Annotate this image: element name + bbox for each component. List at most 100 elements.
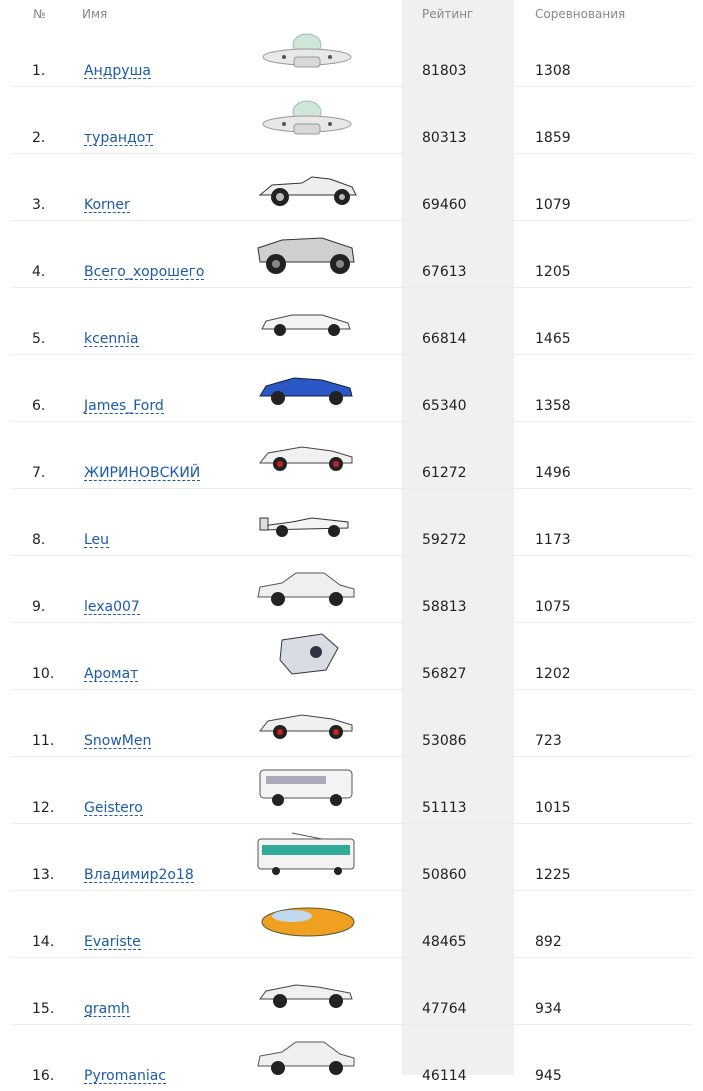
rating-value: 50860 <box>422 867 467 883</box>
row-number: 1. <box>32 63 46 79</box>
row-number: 16. <box>32 1068 55 1084</box>
player-name-link[interactable]: Андруша <box>84 64 151 79</box>
table-row: 14. Evariste 48465 892 <box>11 891 692 958</box>
formula-car-icon <box>252 496 362 544</box>
spaceship-icon <box>252 630 362 678</box>
row-number: 12. <box>32 800 55 816</box>
player-name-link[interactable]: Всего_хорошего <box>84 265 205 280</box>
table-row: 11. SnowMen 53086 723 <box>11 690 692 757</box>
ufo-icon <box>252 94 362 142</box>
player-name-link[interactable]: ЖИРИНОВСКИЙ <box>84 466 201 481</box>
table-row: 2. турандот 80313 1859 <box>11 87 692 154</box>
header-name: Имя <box>82 7 108 21</box>
player-name-link[interactable]: Владимир2o18 <box>84 868 194 883</box>
player-name-link[interactable]: Pyromaniac <box>84 1069 166 1084</box>
races-value: 1358 <box>535 398 571 414</box>
row-number: 8. <box>32 532 46 548</box>
minibus-icon <box>252 764 362 812</box>
races-value: 723 <box>535 733 562 749</box>
player-name-link[interactable]: lexa007 <box>84 600 140 615</box>
rating-value: 65340 <box>422 398 467 414</box>
sports-car-icon <box>252 295 362 343</box>
races-value: 1079 <box>535 197 571 213</box>
rating-value: 80313 <box>422 130 467 146</box>
row-number: 2. <box>32 130 46 146</box>
races-value: 934 <box>535 1001 562 1017</box>
rating-value: 69460 <box>422 197 467 213</box>
rating-value: 81803 <box>422 63 467 79</box>
player-name-link[interactable]: gramh <box>84 1002 130 1017</box>
table-row: 9. lexa007 58813 1075 <box>11 556 692 623</box>
buggy-car-icon <box>252 228 362 276</box>
player-name-link[interactable]: Leu <box>84 533 110 548</box>
races-value: 1496 <box>535 465 571 481</box>
races-value: 1173 <box>535 532 571 548</box>
row-number: 7. <box>32 465 46 481</box>
ufo-icon <box>252 27 362 75</box>
table-row: 12. Geistero 51113 1015 <box>11 757 692 824</box>
races-value: 1859 <box>535 130 571 146</box>
races-value: 1202 <box>535 666 571 682</box>
races-value: 1075 <box>535 599 571 615</box>
player-name-link[interactable]: турандот <box>84 131 154 146</box>
row-number: 6. <box>32 398 46 414</box>
table-row: 15. gramh 47764 934 <box>11 958 692 1025</box>
row-number: 15. <box>32 1001 55 1017</box>
races-value: 1015 <box>535 800 571 816</box>
rating-value: 56827 <box>422 666 467 682</box>
supercar-icon <box>252 697 362 745</box>
table-row: 1. Андруша 81803 1308 <box>11 20 692 87</box>
table-row: 8. Leu 59272 1173 <box>11 489 692 556</box>
sedan-car-icon <box>252 563 362 611</box>
rating-value: 53086 <box>422 733 467 749</box>
table-row: 16. Pyromaniac 46114 945 <box>11 1025 692 1091</box>
row-number: 10. <box>32 666 55 682</box>
header-num: № <box>33 7 46 21</box>
leaderboard-table: 1. Андруша 81803 1308 2. турандот 80313 1859 3. K… <box>0 20 703 1091</box>
player-name-link[interactable]: Evariste <box>84 935 141 950</box>
rating-value: 51113 <box>422 800 467 816</box>
roadster-car-icon <box>252 965 362 1013</box>
sedan-car-icon <box>252 1032 362 1080</box>
rating-value: 47764 <box>422 1001 467 1017</box>
player-name-link[interactable]: SnowMen <box>84 734 152 749</box>
rating-value: 67613 <box>422 264 467 280</box>
row-number: 9. <box>32 599 46 615</box>
table-row: 3. Korner 69460 1079 <box>11 154 692 221</box>
hotrod-car-icon <box>252 161 362 209</box>
table-row: 6. James_Ford 65340 1358 <box>11 355 692 422</box>
table-row: 5. kcennia 66814 1465 <box>11 288 692 355</box>
row-number: 14. <box>32 934 55 950</box>
row-number: 5. <box>32 331 46 347</box>
rating-value: 46114 <box>422 1068 467 1084</box>
player-name-link[interactable]: Geistero <box>84 801 143 816</box>
row-number: 3. <box>32 197 46 213</box>
hover-car-icon <box>252 898 362 946</box>
races-value: 1308 <box>535 63 571 79</box>
table-row: 13. Владимир2o18 50860 1225 <box>11 824 692 891</box>
rating-value: 59272 <box>422 532 467 548</box>
table-row: 4. Всего_хорошего 67613 1205 <box>11 221 692 288</box>
player-name-link[interactable]: Korner <box>84 198 130 213</box>
races-value: 1205 <box>535 264 571 280</box>
player-name-link[interactable]: James_Ford <box>84 399 164 414</box>
tram-icon <box>252 831 362 879</box>
table-row: 10. Аромат 56827 1202 <box>11 623 692 690</box>
rating-value: 58813 <box>422 599 467 615</box>
races-value: 1225 <box>535 867 571 883</box>
row-number: 11. <box>32 733 55 749</box>
supercar-icon <box>252 429 362 477</box>
rating-value: 61272 <box>422 465 467 481</box>
races-value: 945 <box>535 1068 562 1084</box>
player-name-link[interactable]: Аромат <box>84 667 139 682</box>
rating-value: 66814 <box>422 331 467 347</box>
races-value: 892 <box>535 934 562 950</box>
row-number: 13. <box>32 867 55 883</box>
rating-value: 48465 <box>422 934 467 950</box>
races-value: 1465 <box>535 331 571 347</box>
table-row: 7. ЖИРИНОВСКИЙ 61272 1496 <box>11 422 692 489</box>
header-races: Соревнования <box>535 7 626 21</box>
player-name-link[interactable]: kcennia <box>84 332 139 347</box>
row-number: 4. <box>32 264 46 280</box>
blue-sports-car-icon <box>252 362 362 410</box>
